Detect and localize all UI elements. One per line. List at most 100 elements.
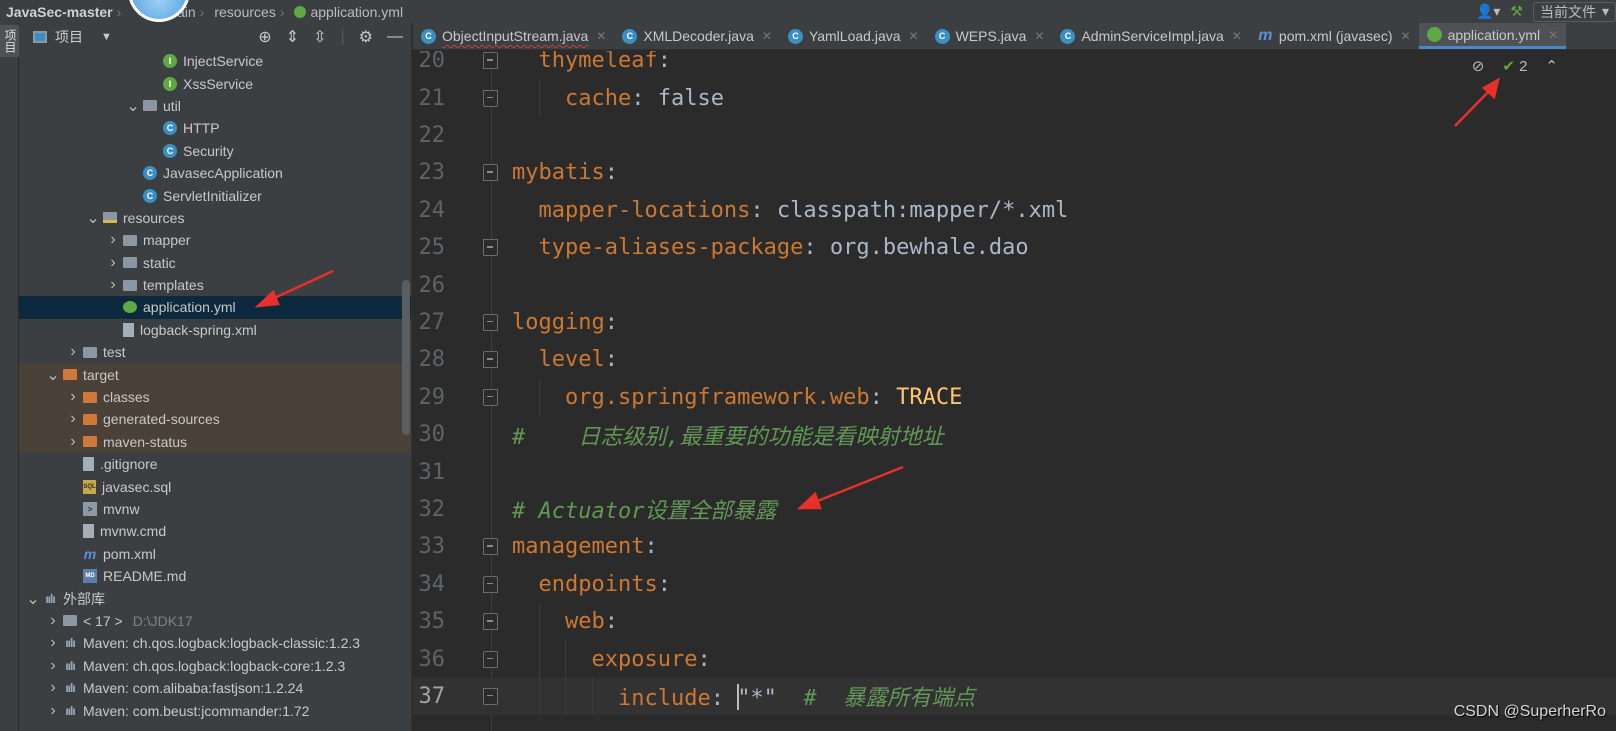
breadcrumb-resources[interactable]: resources bbox=[208, 4, 275, 20]
gear-icon[interactable]: ⚙ bbox=[359, 27, 373, 47]
fold-close-icon[interactable] bbox=[483, 239, 498, 257]
tree-item[interactable]: › templates bbox=[19, 274, 411, 296]
chevron-right-icon[interactable]: › bbox=[63, 433, 83, 451]
chevron-down-icon[interactable]: ⌄ bbox=[23, 589, 43, 609]
fold-open-icon[interactable] bbox=[483, 52, 498, 70]
inspection-ok[interactable]: ✔ 2 bbox=[1502, 57, 1527, 75]
close-icon[interactable]: ✕ bbox=[1034, 29, 1044, 43]
close-icon[interactable]: ✕ bbox=[1548, 28, 1558, 42]
chevron-right-icon[interactable]: › bbox=[63, 388, 83, 406]
chevron-right-icon[interactable]: › bbox=[43, 634, 63, 652]
code-line[interactable]: 31 bbox=[413, 453, 1616, 490]
tree-item[interactable]: › maven-status bbox=[19, 430, 411, 454]
chevron-right-icon[interactable]: › bbox=[103, 276, 123, 294]
close-icon[interactable]: ✕ bbox=[909, 29, 919, 43]
tree-item[interactable]: ⌄ resources bbox=[19, 207, 411, 229]
tree-item[interactable]: logback-spring.xml bbox=[19, 319, 411, 341]
code-line[interactable]: 26 bbox=[413, 266, 1616, 303]
tree-item[interactable]: C HTTP bbox=[19, 117, 411, 139]
fold-close-icon[interactable] bbox=[483, 89, 498, 107]
chevron-right-icon[interactable]: › bbox=[63, 410, 83, 428]
code-line[interactable]: 30 # 日志级别,最重要的功能是看映射地址 bbox=[413, 416, 1616, 453]
tab-xmldecoder-java[interactable]: C XMLDecoder.java ✕ bbox=[614, 23, 780, 49]
tree-item[interactable]: I XssService bbox=[19, 72, 411, 94]
code-line[interactable]: 27 logging: bbox=[413, 304, 1616, 341]
project-view-selector[interactable]: 项目 bbox=[55, 27, 83, 47]
tab-adminserviceimpl-java[interactable]: C AdminServiceImpl.java ✕ bbox=[1052, 23, 1249, 49]
tree-item[interactable]: m pom.xml bbox=[19, 543, 411, 565]
tab-pom-xml-javasec-[interactable]: m pom.xml (javasec) ✕ bbox=[1250, 23, 1419, 49]
tree-item[interactable]: ⌄ ıılı 外部库 bbox=[19, 587, 411, 609]
chevron-down-icon[interactable]: ▼ bbox=[101, 31, 112, 43]
breadcrumb-file[interactable]: application.yml bbox=[288, 4, 403, 20]
chevron-right-icon[interactable]: › bbox=[43, 702, 63, 720]
tree-scrollbar[interactable] bbox=[402, 280, 410, 435]
chevron-down-icon[interactable]: ⌄ bbox=[83, 208, 103, 228]
run-config-dropdown[interactable]: 当前文件 ▾ bbox=[1532, 1, 1616, 22]
fold-open-icon[interactable] bbox=[483, 575, 498, 593]
chevron-right-icon[interactable]: › bbox=[103, 231, 123, 249]
code-line[interactable]: 35 web: bbox=[413, 603, 1616, 641]
tree-item[interactable]: application.yml bbox=[19, 296, 411, 319]
tree-item[interactable]: C ServletInitializer bbox=[19, 184, 411, 206]
hide-eye-icon[interactable]: ⊘ bbox=[1472, 57, 1485, 75]
chevron-right-icon[interactable]: › bbox=[43, 657, 63, 675]
tab-application-yml[interactable]: application.yml ✕ bbox=[1418, 23, 1567, 49]
tree-item[interactable]: ⌄ target bbox=[19, 363, 411, 386]
close-icon[interactable]: ✕ bbox=[1401, 29, 1411, 43]
code-line[interactable]: 32 # Actuator设置全部暴露 bbox=[413, 491, 1616, 528]
code-line[interactable]: 25 type-aliases-package: org.bewhale.dao bbox=[413, 229, 1616, 266]
code-line[interactable]: 23 mybatis: bbox=[413, 154, 1616, 191]
code-editor[interactable]: 20 thymeleaf: 21 cache: false 22 23 mybatis:… bbox=[413, 51, 1616, 731]
collapse-all-icon[interactable]: ⇳ bbox=[313, 27, 326, 47]
fold-open-icon[interactable] bbox=[483, 164, 498, 182]
tree-item[interactable]: ⌄ util bbox=[19, 95, 411, 117]
tree-item[interactable]: .gitignore bbox=[19, 453, 411, 475]
tree-item[interactable]: C JavasecApplication bbox=[19, 162, 411, 184]
tree-item[interactable]: SQL javasec.sql bbox=[19, 475, 411, 497]
tree-item[interactable]: › test bbox=[19, 341, 411, 363]
chevron-right-icon[interactable]: › bbox=[103, 254, 123, 272]
code-line[interactable]: 24 mapper-locations: classpath:mapper/*.… bbox=[413, 192, 1616, 229]
fold-open-icon[interactable] bbox=[483, 650, 498, 668]
tab-yamlload-java[interactable]: C YamlLoad.java ✕ bbox=[780, 23, 927, 49]
code-line[interactable]: 37 include: "*" # 暴露所有端点 bbox=[413, 677, 1616, 716]
expand-all-icon[interactable]: ⇕ bbox=[286, 27, 299, 47]
tab-weps-java[interactable]: C WEPS.java ✕ bbox=[927, 23, 1053, 49]
code-line[interactable]: 21 cache: false bbox=[413, 79, 1616, 117]
chevron-right-icon[interactable]: › bbox=[43, 612, 63, 630]
project-tool-button[interactable]: 项目 bbox=[0, 25, 21, 57]
code-line[interactable]: 33 management: bbox=[413, 528, 1616, 565]
tree-item[interactable]: › < 17 > D:\JDK17 bbox=[19, 610, 411, 632]
tree-item[interactable]: MD README.md bbox=[19, 565, 411, 587]
fold-open-icon[interactable] bbox=[483, 351, 498, 369]
tree-item[interactable]: › generated-sources bbox=[19, 408, 411, 431]
locate-file-icon[interactable]: ⊕ bbox=[258, 27, 271, 47]
tree-item[interactable]: > mvnw bbox=[19, 498, 411, 520]
code-line[interactable]: 20 thymeleaf: bbox=[413, 51, 1616, 79]
tree-item[interactable]: › mapper bbox=[19, 229, 411, 251]
minimize-icon[interactable]: — bbox=[387, 28, 403, 46]
user-icon[interactable]: 👤▾ bbox=[1476, 3, 1500, 20]
tree-item[interactable]: › ıılı Maven: ch.qos.logback:logback-core:… bbox=[19, 655, 411, 677]
code-line[interactable]: 28 level: bbox=[413, 341, 1616, 378]
close-icon[interactable]: ✕ bbox=[762, 29, 772, 43]
tree-item[interactable]: I InjectService bbox=[19, 50, 411, 72]
fold-close-icon[interactable] bbox=[483, 388, 498, 406]
tree-item[interactable]: › static bbox=[19, 252, 411, 274]
close-icon[interactable]: ✕ bbox=[1232, 29, 1242, 43]
close-icon[interactable]: ✕ bbox=[596, 29, 606, 43]
chevron-up-icon[interactable]: ⌃ bbox=[1545, 57, 1558, 75]
tree-item[interactable]: mvnw.cmd bbox=[19, 520, 411, 542]
fold-open-icon[interactable] bbox=[483, 538, 498, 556]
fold-open-icon[interactable] bbox=[483, 613, 498, 631]
tree-item[interactable]: › ıılı Maven: com.alibaba:fastjson:1.2.24 bbox=[19, 677, 411, 699]
fold-close-icon[interactable] bbox=[483, 687, 498, 705]
fold-open-icon[interactable] bbox=[483, 313, 498, 331]
chevron-down-icon[interactable]: ⌄ bbox=[43, 365, 63, 385]
tree-item[interactable]: C Security bbox=[19, 140, 411, 162]
tree-item[interactable]: › ıılı Maven: ch.qos.logback:logback-class… bbox=[19, 632, 411, 654]
code-line[interactable]: 36 exposure: bbox=[413, 640, 1616, 678]
breadcrumb-project[interactable]: JavaSec-master bbox=[0, 4, 113, 20]
chevron-right-icon[interactable]: › bbox=[43, 679, 63, 697]
